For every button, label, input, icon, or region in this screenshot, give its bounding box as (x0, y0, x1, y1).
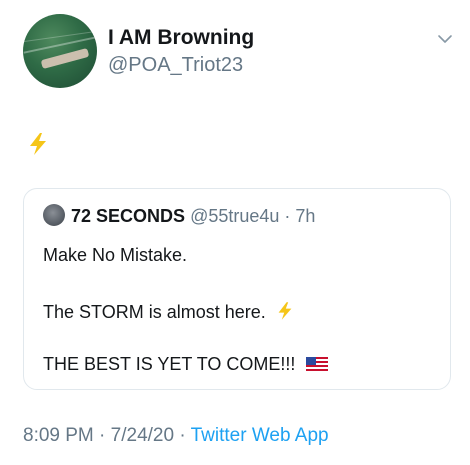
zap-icon (278, 302, 292, 320)
quoted-handle-text: @55true4u (190, 206, 280, 226)
quoted-separator: · (279, 206, 296, 226)
quoted-text-line: The STORM is almost here. (43, 302, 293, 323)
author-display-name[interactable]: I AM Browning (108, 26, 254, 50)
us-flag-icon (306, 357, 329, 371)
author-avatar[interactable] (23, 14, 97, 88)
quoted-display-name[interactable]: 72 SECONDS (71, 206, 185, 226)
tweet-card: I AM Browning @POA_Triot23 72 SECONDS @5… (0, 0, 470, 465)
quoted-text: Make No Mistake. (43, 245, 188, 265)
quoted-text-line: Make No Mistake. (43, 245, 187, 266)
source-app-link[interactable]: Twitter Web App (191, 425, 329, 446)
meta-separator: · (174, 425, 191, 446)
meta-separator: · (93, 425, 111, 446)
author-handle[interactable]: @POA_Triot23 (108, 54, 243, 77)
tweet-date[interactable]: 7/24/20 (111, 425, 174, 446)
zap-icon (30, 133, 46, 155)
quoted-text-line: THE BEST IS YET TO COME!!! (43, 354, 329, 375)
avatar-detail (40, 47, 90, 70)
tweet-time[interactable]: 8:09 PM (23, 425, 94, 446)
quoted-tweet[interactable]: 72 SECONDS @55true4u · 7h Make No Mistak… (23, 188, 451, 390)
quoted-header: 72 SECONDS @55true4u · 7h (71, 206, 315, 227)
chevron-down-icon[interactable] (436, 32, 454, 46)
quoted-text: THE BEST IS YET TO COME!!! (43, 354, 296, 374)
quoted-time[interactable]: 7h (295, 206, 315, 226)
quoted-handle[interactable]: @55true4u (190, 206, 279, 226)
quoted-text: The STORM is almost here. (43, 302, 266, 322)
quoted-author-avatar[interactable] (43, 204, 65, 226)
tweet-meta: 8:09 PM · 7/24/20 · Twitter Web App (23, 425, 329, 447)
